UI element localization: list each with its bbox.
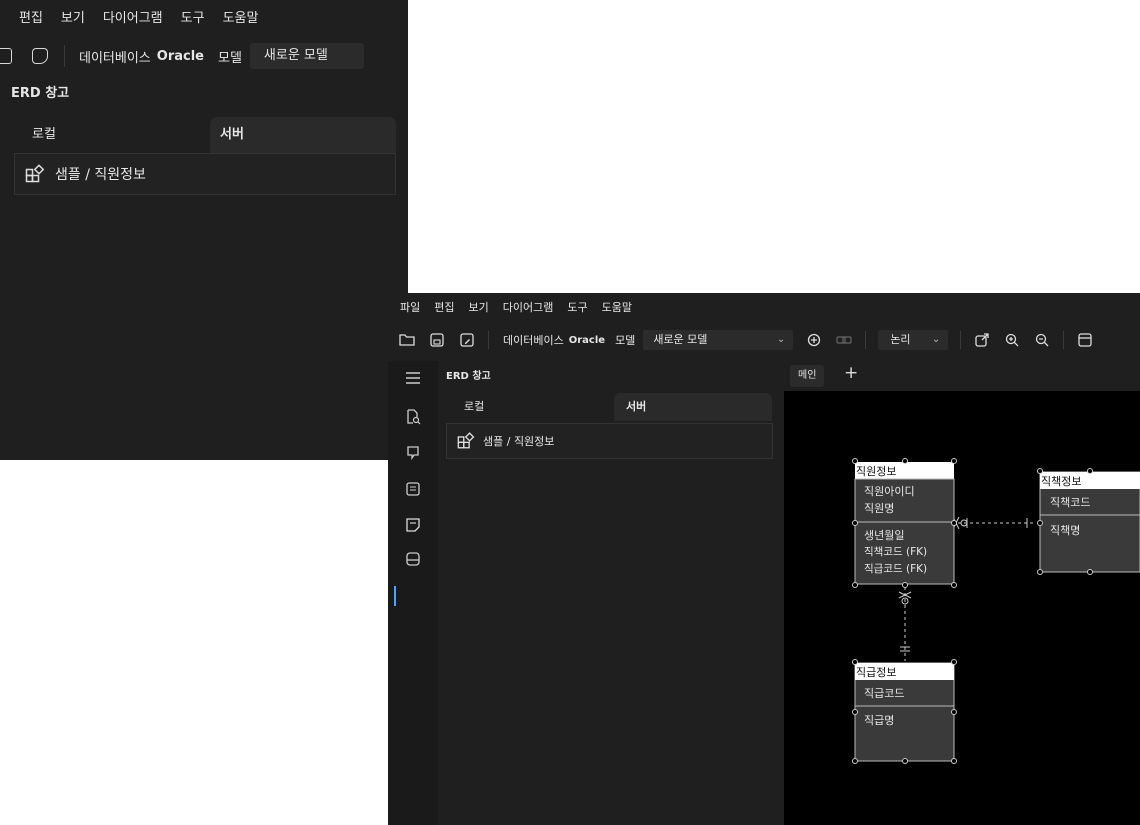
model-select[interactable]: 새로운 모델 [249,43,364,69]
add-tab-button[interactable]: + [844,363,858,383]
database-icon[interactable] [404,551,422,569]
toolbar: 데이터베이스 Oracle 모델 새로운 모델 ⌄ 논리 ⌄ [388,325,1140,355]
entity-title: 직원정보 [856,465,896,478]
link-icon[interactable] [835,331,853,349]
view-mode-select[interactable]: 논리 ⌄ [878,330,949,350]
menu-edit[interactable]: 편집 [19,7,43,26]
panel-title: ERD 창고 [11,86,70,101]
add-circle-icon[interactable] [805,331,823,349]
list-item[interactable]: 샘플 / 직원정보 [446,423,773,459]
tab-local[interactable]: 로컬 [32,117,56,153]
diagram-area: 메인 + 직원정보 직원아이디 직원명 생년월일 직책코드 (FK) 직급코드 … [784,361,1140,825]
menu-icon[interactable] [404,371,422,389]
entity-position[interactable]: 직책정보 직책코드 직책명 [1037,468,1140,575]
entity-title: 직책정보 [1041,475,1081,488]
save-as-icon[interactable] [32,48,48,64]
erd-repository-panel: ERD 창고 로컬 서버 샘플 / 직원정보 [438,361,784,825]
export-icon[interactable] [973,331,991,349]
menu-file[interactable]: 파일 [400,299,420,315]
database-label: 데이터베이스 [503,334,564,347]
entity-attr: 직급코드 (FK) [864,563,927,575]
relationship-line[interactable] [898,587,912,661]
model-label: 모델 [615,334,636,347]
erd-model-icon [25,164,45,183]
toolbar-divider [865,331,867,349]
model-select[interactable]: 새로운 모델 ⌄ [643,330,794,350]
chevron-down-icon: ⌄ [931,334,941,345]
menu-tools[interactable]: 도구 [567,299,587,315]
folder-open-icon[interactable] [398,331,416,349]
database-label: 데이터베이스 [79,50,151,66]
save-icon[interactable] [0,48,12,64]
menu-edit[interactable]: 편집 [434,299,454,315]
entity-pk-attr: 직책코드 [1050,496,1090,509]
entity-employee[interactable]: 직원정보 직원아이디 직원명 생년월일 직책코드 (FK) 직급코드 (FK) [852,458,957,588]
idea-icon[interactable] [404,445,422,463]
tab-main[interactable]: 메인 [790,365,825,387]
entity-grade[interactable]: 직급정보 직급코드 직급명 [852,659,957,764]
chevron-down-icon: ⌄ [776,334,786,345]
menu-bar: 파일 편집 보기 다이어그램 도구 도움말 [388,293,1140,321]
entity-attr: 직급명 [864,714,894,727]
panel-title: ERD 창고 [446,371,491,382]
active-indicator [394,586,396,606]
note-icon[interactable] [404,481,422,499]
toolbar: 데이터베이스 Oracle 모델 새로운 모델 [0,36,408,76]
database-value: Oracle [568,334,606,346]
entity-attr: 직책명 [1050,524,1080,537]
list-item-label: 샘플 / 직원정보 [483,435,555,448]
zoom-out-icon[interactable] [1033,331,1051,349]
app-window: 파일 편집 보기 다이어그램 도구 도움말 데이터베이스 Oracle 모델 새… [388,293,1140,825]
menu-tools[interactable]: 도구 [181,7,205,26]
relationship-line[interactable] [952,516,1036,530]
save-icon[interactable] [428,331,446,349]
entity-pk-attr: 직급코드 [864,687,904,700]
list-item-label: 샘플 / 직원정보 [55,167,146,183]
window-icon[interactable] [1076,331,1094,349]
entity-pk-attr: 직원명 [864,502,894,515]
entity-attr: 직책코드 (FK) [864,546,927,558]
toolbar-divider [1063,331,1065,349]
sticky-note-icon[interactable] [404,517,422,535]
tab-server[interactable]: 서버 [210,117,396,153]
activity-sidebar [388,361,438,825]
document-search-icon[interactable] [404,409,422,427]
erd-canvas[interactable]: 직원정보 직원아이디 직원명 생년월일 직책코드 (FK) 직급코드 (FK) … [784,391,1140,825]
menu-diagram[interactable]: 다이어그램 [503,299,554,315]
panel-tabs: 로컬 서버 [14,117,396,153]
panel-tabs: 로컬 서버 [446,393,772,421]
entity-title: 직급정보 [856,666,896,679]
toolbar-divider [960,331,962,349]
menu-help[interactable]: 도움말 [602,299,632,315]
entity-attr: 생년월일 [864,528,904,542]
model-label: 모델 [217,50,242,66]
database-value: Oracle [156,48,204,64]
toolbar-divider [488,331,489,349]
menu-diagram[interactable]: 다이어그램 [103,7,163,26]
menu-view[interactable]: 보기 [469,299,489,315]
entity-pk-attr: 직원아이디 [864,485,915,498]
tab-local[interactable]: 로컬 [464,393,484,421]
zoom-in-icon[interactable] [1003,331,1021,349]
menu-view[interactable]: 보기 [61,7,85,26]
diagram-tabs: 메인 + [784,361,1140,391]
list-item[interactable]: 샘플 / 직원정보 [14,153,396,195]
tab-server[interactable]: 서버 [614,393,772,421]
toolbar-divider [64,45,65,67]
menu-bar: 편집 보기 다이어그램 도구 도움말 [0,0,408,32]
erd-model-icon [457,432,475,449]
menu-help[interactable]: 도움말 [223,7,259,26]
view-mode-value: 논리 [890,333,911,346]
background-app-window: 편집 보기 다이어그램 도구 도움말 데이터베이스 Oracle 모델 새로운 … [0,0,408,460]
model-select-value: 새로운 모델 [653,333,708,346]
save-as-icon[interactable] [458,331,476,349]
